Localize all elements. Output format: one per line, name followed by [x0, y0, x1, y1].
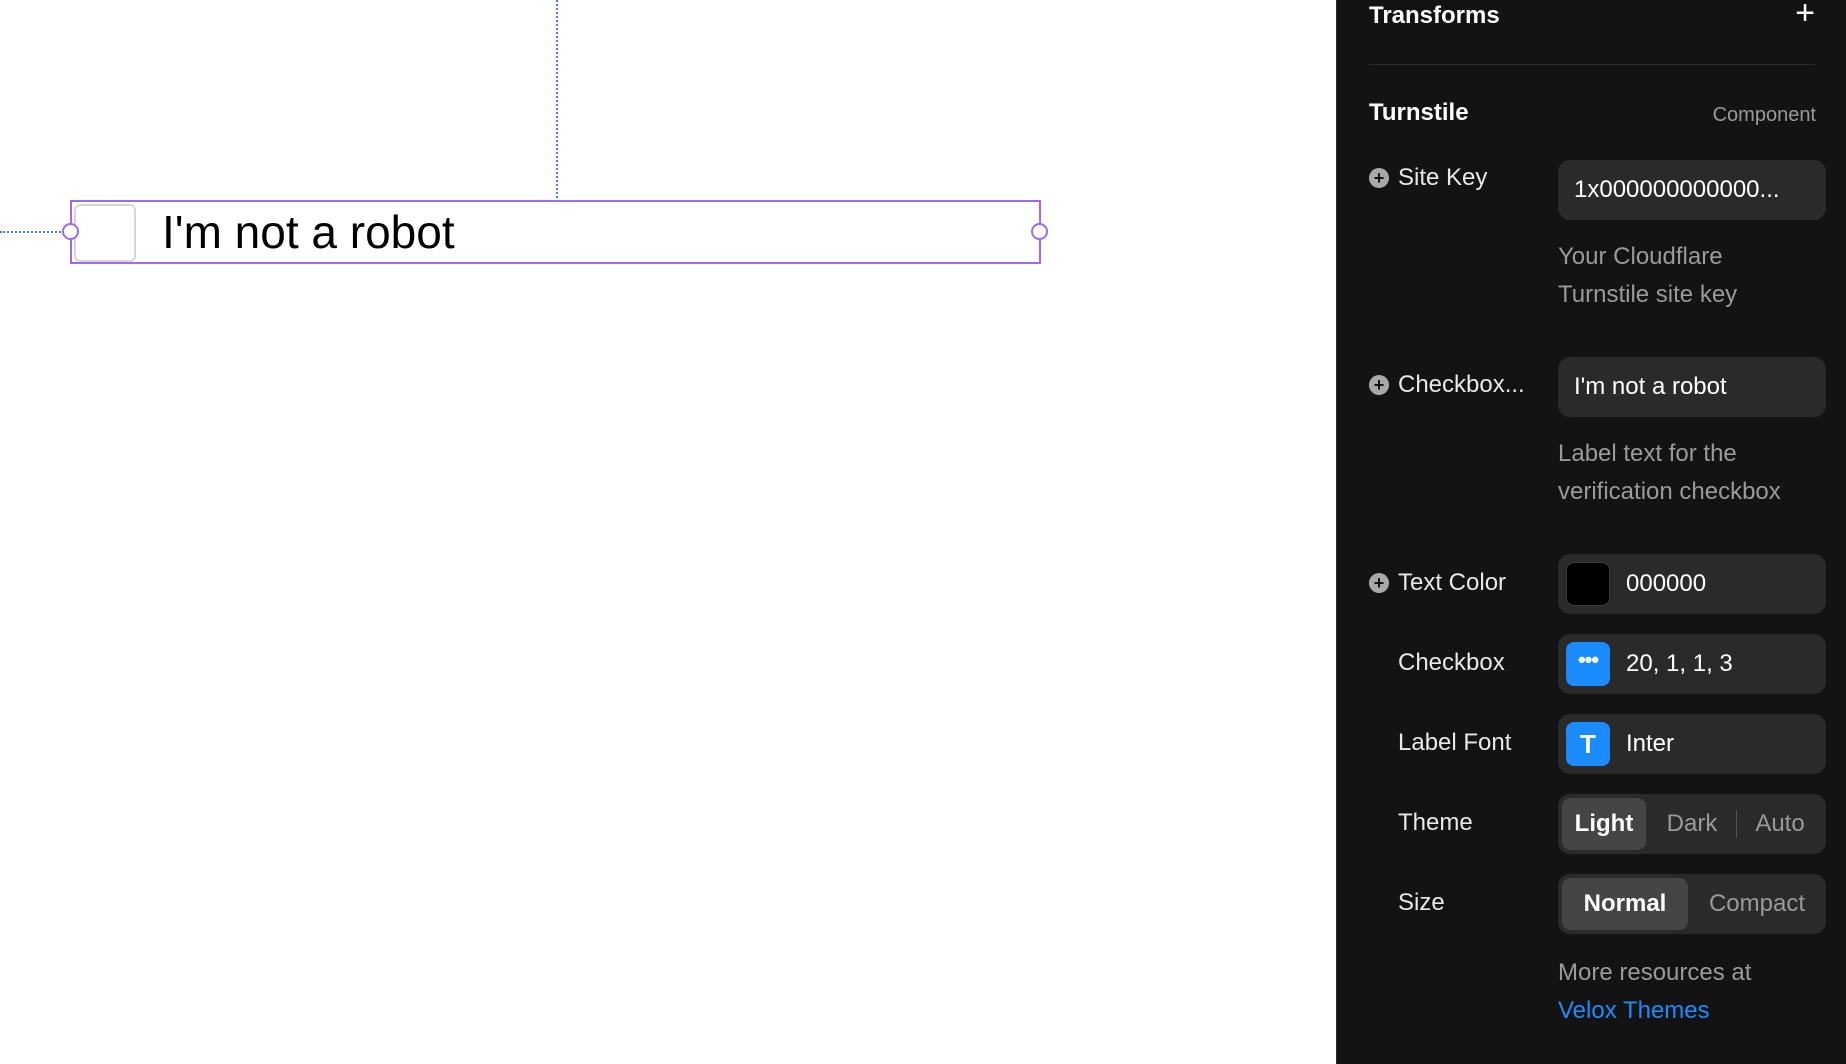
checkbox-label-hint-line2: verification checkbox: [1558, 478, 1781, 505]
theme-segmented-control: Light Dark Auto: [1558, 794, 1826, 854]
add-variable-icon[interactable]: +: [1369, 168, 1389, 188]
checkbox-label-prop-label: Checkbox...: [1398, 371, 1525, 398]
checkbox-label-input[interactable]: I'm not a robot: [1558, 357, 1826, 417]
color-swatch[interactable]: [1566, 562, 1610, 606]
site-key-hint-line1: Your Cloudflare: [1558, 243, 1723, 270]
checkbox-label-hint-line1: Label text for the: [1558, 440, 1737, 467]
size-option-normal[interactable]: Normal: [1562, 878, 1688, 930]
text-t-icon[interactable]: T: [1566, 722, 1610, 766]
checkbox-label-hint: Label text for the verification checkbox: [1558, 435, 1826, 511]
horizontal-guide: [0, 231, 64, 233]
turnstile-widget[interactable]: I'm not a robot: [70, 200, 1041, 264]
size-segmented-control: Normal Compact: [1558, 874, 1826, 934]
text-color-input[interactable]: 000000: [1558, 554, 1826, 614]
text-color-value: 000000: [1626, 570, 1707, 597]
segment-divider: [1736, 810, 1737, 838]
theme-label: Theme: [1398, 809, 1473, 836]
add-variable-icon[interactable]: +: [1369, 375, 1389, 395]
transforms-title: Transforms: [1369, 2, 1500, 29]
theme-option-light[interactable]: Light: [1562, 798, 1646, 850]
checkbox-label-text: I'm not a robot: [162, 206, 455, 258]
site-key-label: Site Key: [1398, 164, 1488, 191]
checkbox-prop-value: 20, 1, 1, 3: [1626, 650, 1733, 677]
properties-panel: Transforms + Turnstile Component + Site …: [1336, 0, 1846, 1064]
label-font-value: Inter: [1626, 730, 1675, 757]
site-key-hint-line2: Turnstile site key: [1558, 281, 1738, 308]
ellipsis-icon[interactable]: •••: [1566, 642, 1610, 686]
site-key-value: 1x000000000000...: [1574, 176, 1780, 203]
checkbox-prop-input[interactable]: ••• 20, 1, 1, 3: [1558, 634, 1826, 694]
more-resources-text: More resources at: [1558, 959, 1752, 986]
add-variable-icon[interactable]: +: [1369, 573, 1389, 593]
text-color-label: Text Color: [1398, 569, 1507, 596]
transforms-header: Transforms +: [1369, 0, 1815, 65]
label-font-input[interactable]: T Inter: [1558, 714, 1826, 774]
label-font-label: Label Font: [1398, 729, 1512, 756]
resize-handle-right[interactable]: [1031, 223, 1048, 240]
checkbox-prop-label: Checkbox: [1398, 649, 1505, 676]
velox-themes-link[interactable]: Velox Themes: [1558, 992, 1710, 1030]
checkbox-label-value: I'm not a robot: [1574, 373, 1727, 400]
theme-option-auto[interactable]: Auto: [1738, 798, 1822, 850]
vertical-guide: [556, 0, 558, 198]
design-canvas[interactable]: I'm not a robot: [0, 0, 1336, 1064]
verification-checkbox[interactable]: [74, 204, 136, 262]
site-key-hint: Your Cloudflare Turnstile site key: [1558, 238, 1826, 314]
component-title: Turnstile: [1369, 99, 1469, 126]
component-type: Component: [1712, 104, 1816, 126]
size-option-compact[interactable]: Compact: [1690, 878, 1824, 930]
plus-icon[interactable]: +: [1795, 0, 1815, 30]
site-key-input[interactable]: 1x000000000000...: [1558, 160, 1826, 220]
resize-handle-left[interactable]: [62, 223, 79, 240]
size-label: Size: [1398, 889, 1445, 916]
theme-option-dark[interactable]: Dark: [1650, 798, 1734, 850]
